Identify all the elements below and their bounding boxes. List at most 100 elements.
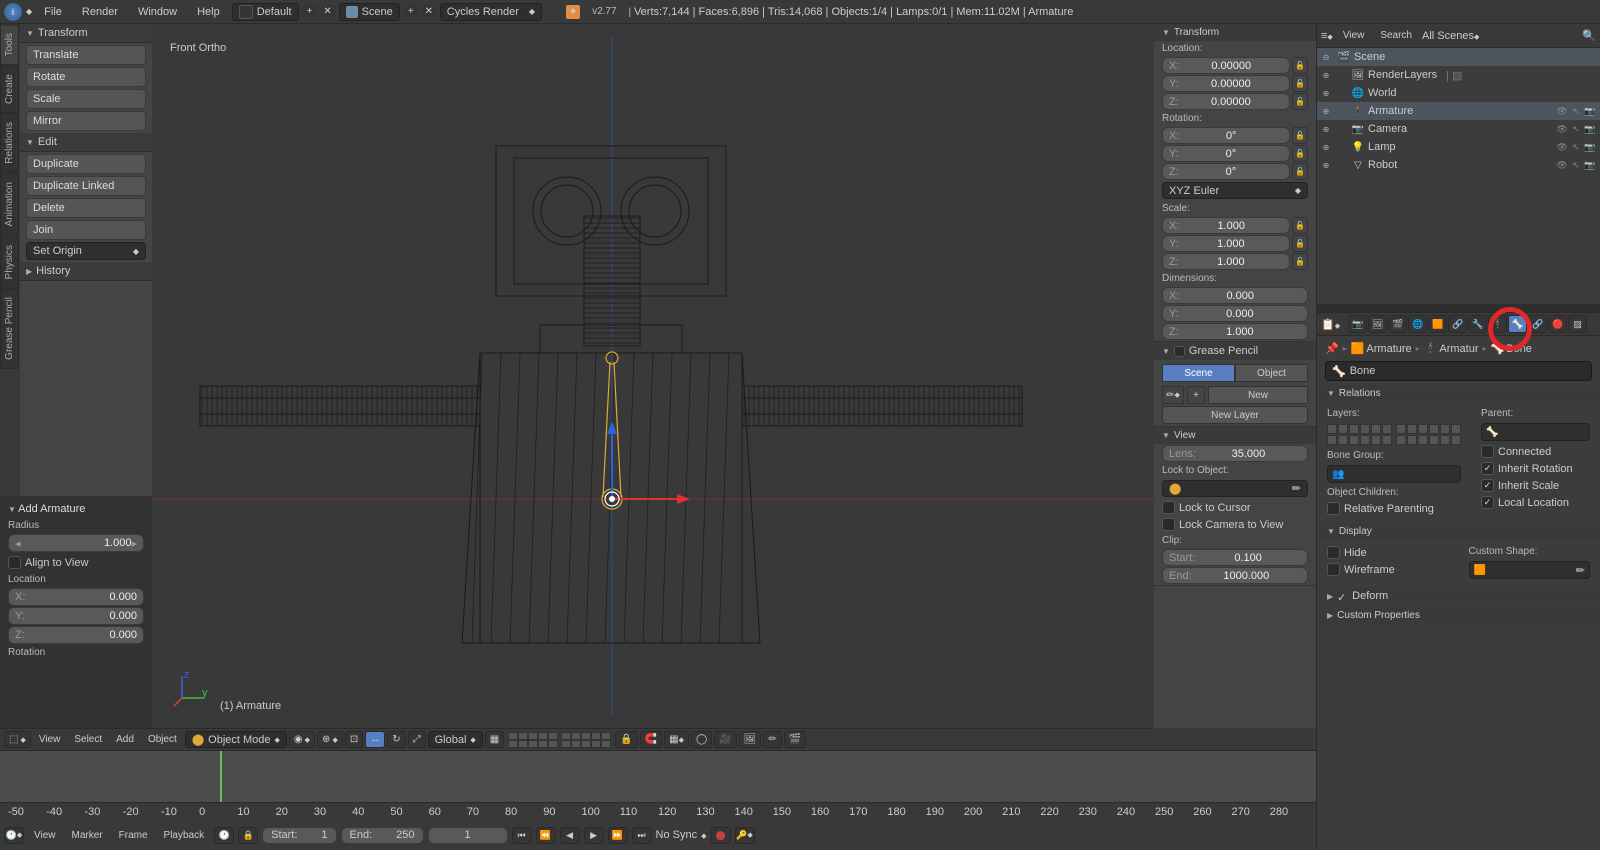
scrollbar[interactable] — [1317, 304, 1600, 312]
3d-viewport[interactable]: Front Ortho — [152, 24, 1154, 728]
btn-scale[interactable]: Scale — [26, 89, 146, 109]
tl-frame[interactable]: Frame — [113, 830, 154, 841]
play-rev-icon[interactable]: ◀ — [560, 827, 580, 844]
menu-window[interactable]: Window — [130, 4, 185, 20]
tl-marker[interactable]: Marker — [66, 830, 109, 841]
tab-scene-icon[interactable]: 🎬 — [1388, 315, 1407, 333]
vh-add[interactable]: Add — [110, 734, 140, 745]
scene-close-button[interactable]: ✕ — [422, 5, 436, 19]
panel-transform-header[interactable]: Transform — [20, 24, 152, 43]
tl-view[interactable]: View — [28, 830, 62, 841]
clapboard-icon[interactable]: 🎬 — [784, 731, 806, 748]
editor-type-icon[interactable]: 📋◆ — [1321, 318, 1340, 331]
keying-dd[interactable]: 🔑◆ — [735, 827, 755, 844]
pin-icon[interactable]: 📌 — [1325, 342, 1339, 355]
lock-icon[interactable]: 🔓 — [1292, 57, 1308, 74]
align-to-view-check[interactable]: Align to View — [8, 553, 144, 572]
lock-icon[interactable]: 🔓 — [1292, 145, 1308, 162]
btn-join[interactable]: Join — [26, 220, 146, 240]
tab-physics[interactable]: Physics — [0, 236, 19, 288]
btn-rotate[interactable]: Rotate — [26, 67, 146, 87]
loc-z-field[interactable]: Z:0.00000 — [1162, 93, 1290, 110]
clip-start-field[interactable]: Start:0.100 — [1162, 549, 1308, 566]
btn-duplicate-linked[interactable]: Duplicate Linked — [26, 176, 146, 196]
scl-y-field[interactable]: Y:1.000 — [1162, 235, 1290, 252]
rewind-icon[interactable]: ⏮ — [512, 827, 532, 844]
render-engine-dd[interactable]: Cycles Render◆ — [440, 3, 542, 21]
loc-x-field[interactable]: X:0.00000 — [1162, 57, 1290, 74]
editor-type-icon[interactable]: ≡◆ — [1321, 30, 1333, 42]
lock-icon[interactable]: 🔓 — [1292, 93, 1308, 110]
gp-source-toggle[interactable]: Scene Object — [1162, 364, 1308, 382]
gp-add-button[interactable]: + — [1187, 386, 1205, 404]
layers-toggle[interactable]: ▦ — [485, 731, 504, 748]
relative-parenting-check[interactable]: Relative Parenting — [1327, 500, 1461, 517]
rot-x-field[interactable]: X:0° — [1162, 127, 1290, 144]
custom-props-hdr[interactable]: Custom Properties — [1317, 607, 1600, 624]
screen-layout-dd[interactable]: Default — [232, 3, 299, 21]
manip-scale-icon[interactable]: ⤢ — [408, 731, 426, 748]
range-icon[interactable]: 🕐 — [214, 827, 234, 844]
vh-object[interactable]: Object — [142, 734, 183, 745]
scl-z-field[interactable]: Z:1.000 — [1162, 253, 1290, 270]
lock-icon[interactable]: 🔓 — [1292, 163, 1308, 180]
tab-world-icon[interactable]: 🌐 — [1408, 315, 1427, 333]
next-key-icon[interactable]: ⏩ — [608, 827, 628, 844]
gp-datablock-dd[interactable]: ✏◆ — [1162, 386, 1184, 404]
panel-edit-header[interactable]: Edit — [20, 133, 152, 152]
rot-mode-dd[interactable]: XYZ Euler◆ — [1162, 182, 1308, 199]
prev-key-icon[interactable]: ⏪ — [536, 827, 556, 844]
btn-delete[interactable]: Delete — [26, 198, 146, 218]
dim-z-field[interactable]: Z:1.000 — [1162, 323, 1308, 340]
tab-objectdata-icon[interactable]: 🕴 — [1488, 315, 1507, 333]
render-view-icon[interactable]: 🎥 — [714, 731, 736, 748]
scene-add-button[interactable]: + — [404, 5, 418, 19]
tab-constraints-icon[interactable]: 🔗 — [1448, 315, 1467, 333]
expand-icon[interactable]: ◆ — [26, 7, 32, 16]
vh-view[interactable]: View — [33, 734, 67, 745]
btn-duplicate[interactable]: Duplicate — [26, 154, 146, 174]
snap-toggle-icon[interactable]: 🧲 — [640, 731, 662, 748]
autokey-icon[interactable]: ⬤ — [711, 827, 731, 844]
np-view-hdr[interactable]: View — [1154, 427, 1316, 444]
editor-type-icon[interactable]: ⬚◆ — [4, 731, 31, 748]
outliner-item-renderlayers[interactable]: ⊕🖼RenderLayers| ▨ — [1317, 66, 1600, 84]
outliner[interactable]: ⊖🎬Scene⊕🖼RenderLayers| ▨⊕🌐World⊕🕴Armatur… — [1317, 48, 1600, 304]
editor-type-icon[interactable]: 🕐◆ — [4, 827, 24, 844]
end-frame-field[interactable]: End:250 — [341, 827, 424, 844]
tab-renderlayers-icon[interactable]: 🖼 — [1368, 315, 1387, 333]
outliner-item-camera[interactable]: ⊕📷Camera👁↖📷 — [1317, 120, 1600, 138]
tab-tools[interactable]: Tools — [0, 24, 19, 65]
display-hdr[interactable]: Display — [1317, 523, 1600, 540]
outliner-item-scene[interactable]: ⊖🎬Scene — [1317, 48, 1600, 66]
prop-edit-icon[interactable]: ◯ — [691, 731, 712, 748]
tab-modifiers-icon[interactable]: 🔧 — [1468, 315, 1487, 333]
play-icon[interactable]: ▶ — [584, 827, 604, 844]
tab-object-icon[interactable]: 🟧 — [1428, 315, 1447, 333]
gp-enable-check[interactable] — [1174, 346, 1185, 357]
vh-select[interactable]: Select — [68, 734, 108, 745]
lock-icon[interactable]: 🔓 — [1292, 217, 1308, 234]
op-header[interactable]: Add Armature — [8, 500, 144, 518]
tab-material-icon[interactable]: 🔴 — [1548, 315, 1567, 333]
outliner-item-lamp[interactable]: ⊕💡Lamp👁↖📷 — [1317, 138, 1600, 156]
lock-icon[interactable]: 🔓 — [1292, 75, 1308, 92]
np-transform-hdr[interactable]: Transform — [1154, 24, 1316, 41]
ol-search-icon[interactable]: 🔍 — [1582, 29, 1596, 42]
scl-x-field[interactable]: X:1.000 — [1162, 217, 1290, 234]
lock-to-cursor-check[interactable]: Lock to Cursor — [1154, 499, 1316, 516]
menu-help[interactable]: Help — [189, 4, 228, 20]
deform-hdr[interactable]: ✓Deform — [1317, 587, 1600, 605]
layout-add-button[interactable]: + — [303, 5, 317, 19]
bone-name-field[interactable]: 🦴 Bone — [1325, 361, 1592, 381]
loc-y[interactable]: Y:0.000 — [8, 607, 144, 625]
panel-history-header[interactable]: History — [20, 262, 152, 281]
current-frame-field[interactable]: 1 — [428, 827, 508, 844]
tab-animation[interactable]: Animation — [0, 173, 19, 235]
gp-object-tab[interactable]: Object — [1235, 364, 1308, 382]
tab-render-icon[interactable]: 📷 — [1348, 315, 1367, 333]
lock-object-dd[interactable]: ⬤✏ — [1162, 480, 1308, 497]
outliner-item-world[interactable]: ⊕🌐World — [1317, 84, 1600, 102]
sync-dd[interactable]: No Sync◆ — [656, 829, 707, 841]
bc-bone[interactable]: 🦴 Bone — [1491, 342, 1532, 355]
